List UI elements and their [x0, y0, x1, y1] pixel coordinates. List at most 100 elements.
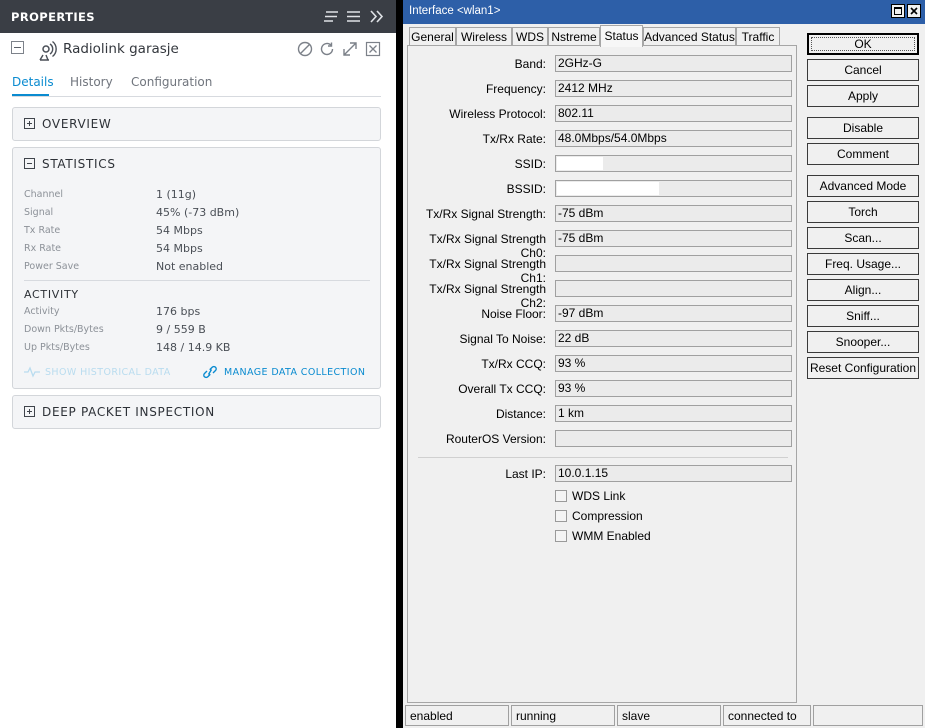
- overview-section[interactable]: OVERVIEW: [12, 107, 381, 141]
- status-bar: enabled running slave connected to ess: [403, 705, 925, 728]
- routeros-version-field[interactable]: [555, 430, 792, 447]
- double-chevron-right-icon[interactable]: [368, 8, 385, 25]
- tab-general[interactable]: General: [409, 27, 456, 46]
- sort-lines-icon[interactable]: [323, 8, 340, 25]
- wmm-enabled-checkbox[interactable]: [555, 530, 567, 542]
- device-row: Radiolink garasje: [0, 33, 396, 66]
- collapse-minus-icon[interactable]: [24, 158, 35, 169]
- reset-configuration-button[interactable]: Reset Configuration: [807, 357, 919, 379]
- label-wireless-protocol: Wireless Protocol:: [449, 107, 546, 121]
- stat-label-down-pkts: Down Pkts/Bytes: [24, 324, 104, 335]
- tab-traffic[interactable]: Traffic: [736, 27, 780, 46]
- last-ip-field[interactable]: 10.0.1.15: [555, 465, 792, 482]
- expand-plus-icon[interactable]: [24, 118, 35, 129]
- status-extra: [813, 705, 923, 726]
- close-icon[interactable]: [365, 41, 381, 57]
- apply-button[interactable]: Apply: [807, 85, 919, 107]
- status-connection: connected to ess: [723, 705, 811, 726]
- interface-window: Interface <wlan1> General Wireless WDS N…: [403, 0, 925, 728]
- signal-strength-field[interactable]: -75 dBm: [555, 205, 792, 222]
- sniff-button[interactable]: Sniff...: [807, 305, 919, 327]
- redacted-mask: [557, 157, 603, 170]
- tab-configuration[interactable]: Configuration: [131, 75, 212, 89]
- frequency-field[interactable]: 2412 MHz: [555, 80, 792, 97]
- ok-button[interactable]: OK: [807, 33, 919, 55]
- bssid-field[interactable]: [555, 180, 792, 197]
- compression-label: Compression: [572, 509, 643, 523]
- tab-nstreme[interactable]: Nstreme: [548, 27, 600, 46]
- stat-value-signal: 45% (-73 dBm): [156, 206, 240, 219]
- activity-heading: ACTIVITY: [24, 288, 79, 301]
- txrx-rate-field[interactable]: 48.0Mbps/54.0Mbps: [555, 130, 792, 147]
- tab-advanced-status[interactable]: Advanced Status: [643, 27, 736, 46]
- label-signal-strength-ch0: Tx/Rx Signal Strength Ch0:: [429, 232, 546, 260]
- distance-field[interactable]: 1 km: [555, 405, 792, 422]
- label-ssid: SSID:: [514, 157, 546, 171]
- overall-tx-ccq-field[interactable]: 93 %: [555, 380, 792, 397]
- menu-icon[interactable]: [345, 8, 362, 25]
- status-running: running: [511, 705, 615, 726]
- disable-button[interactable]: Disable: [807, 117, 919, 139]
- properties-header: PROPERTIES: [0, 0, 396, 33]
- signal-strength-ch0-field[interactable]: -75 dBm: [555, 230, 792, 247]
- snooper-button[interactable]: Snooper...: [807, 331, 919, 353]
- stat-label-activity: Activity: [24, 306, 60, 317]
- window-titlebar[interactable]: Interface <wlan1>: [403, 0, 925, 24]
- stat-value-rx-rate: 54 Mbps: [156, 242, 203, 255]
- redacted-mask: [557, 182, 659, 195]
- tab-history[interactable]: History: [70, 75, 113, 89]
- close-button[interactable]: [907, 4, 921, 18]
- tab-status[interactable]: Status: [600, 25, 643, 47]
- stat-label-channel: Channel: [24, 189, 64, 200]
- cancel-button[interactable]: Cancel: [807, 59, 919, 81]
- signal-to-noise-field[interactable]: 22 dB: [555, 330, 792, 347]
- signal-strength-ch1-field[interactable]: [555, 255, 792, 272]
- stat-value-up-pkts: 148 / 14.9 KB: [156, 341, 231, 354]
- align-button[interactable]: Align...: [807, 279, 919, 301]
- band-field[interactable]: 2GHz-G: [555, 55, 792, 72]
- comment-button[interactable]: Comment: [807, 143, 919, 165]
- label-signal-strength-ch1: Tx/Rx Signal Strength Ch1:: [429, 257, 546, 285]
- scan-button[interactable]: Scan...: [807, 227, 919, 249]
- noise-floor-field[interactable]: -97 dBm: [555, 305, 792, 322]
- tab-wds[interactable]: WDS: [512, 27, 548, 46]
- tab-details[interactable]: Details: [12, 75, 54, 89]
- label-distance: Distance:: [495, 407, 546, 421]
- stat-value-tx-rate: 54 Mbps: [156, 224, 203, 237]
- wireless-protocol-field[interactable]: 802.11: [555, 105, 792, 122]
- device-name: Radiolink garasje: [63, 41, 179, 57]
- properties-tabs: Details History Configuration: [12, 66, 381, 97]
- freq-usage-button[interactable]: Freq. Usage...: [807, 253, 919, 275]
- label-overall-tx-ccq: Overall Tx CCQ:: [458, 382, 546, 396]
- signal-strength-ch2-field[interactable]: [555, 280, 792, 297]
- tab-wireless[interactable]: Wireless: [456, 27, 512, 46]
- wds-link-checkbox[interactable]: [555, 490, 567, 502]
- block-icon[interactable]: [297, 41, 313, 57]
- compression-checkbox[interactable]: [555, 510, 567, 522]
- expand-icon[interactable]: [342, 41, 358, 57]
- show-historical-data-link[interactable]: SHOW HISTORICAL DATA: [45, 367, 171, 378]
- manage-data-collection-link[interactable]: MANAGE DATA COLLECTION: [224, 367, 365, 378]
- stat-label-up-pkts: Up Pkts/Bytes: [24, 342, 90, 353]
- properties-panel: PROPERTIES Radiolink garasje Details His…: [0, 0, 396, 728]
- txrx-ccq-field[interactable]: 93 %: [555, 355, 792, 372]
- overview-title: OVERVIEW: [42, 117, 112, 131]
- maximize-icon: [894, 7, 902, 15]
- label-signal-strength: Tx/Rx Signal Strength:: [425, 207, 546, 221]
- link-icon: [203, 365, 217, 379]
- advanced-mode-button[interactable]: Advanced Mode: [807, 175, 919, 197]
- collapse-icon[interactable]: [11, 41, 24, 54]
- expand-plus-icon[interactable]: [24, 406, 35, 417]
- wds-link-label: WDS Link: [572, 489, 626, 503]
- label-frequency: Frequency:: [485, 82, 546, 96]
- refresh-icon[interactable]: [319, 41, 335, 57]
- stat-value-down-pkts: 9 / 559 B: [156, 323, 206, 336]
- label-last-ip: Last IP:: [505, 467, 546, 481]
- status-enabled: enabled: [405, 705, 509, 726]
- maximize-button[interactable]: [891, 4, 905, 18]
- ssid-field[interactable]: [555, 155, 792, 172]
- torch-button[interactable]: Torch: [807, 201, 919, 223]
- label-signal-to-noise: Signal To Noise:: [459, 332, 547, 346]
- deep-packet-section[interactable]: DEEP PACKET INSPECTION: [12, 395, 381, 429]
- stat-value-activity: 176 bps: [156, 305, 201, 318]
